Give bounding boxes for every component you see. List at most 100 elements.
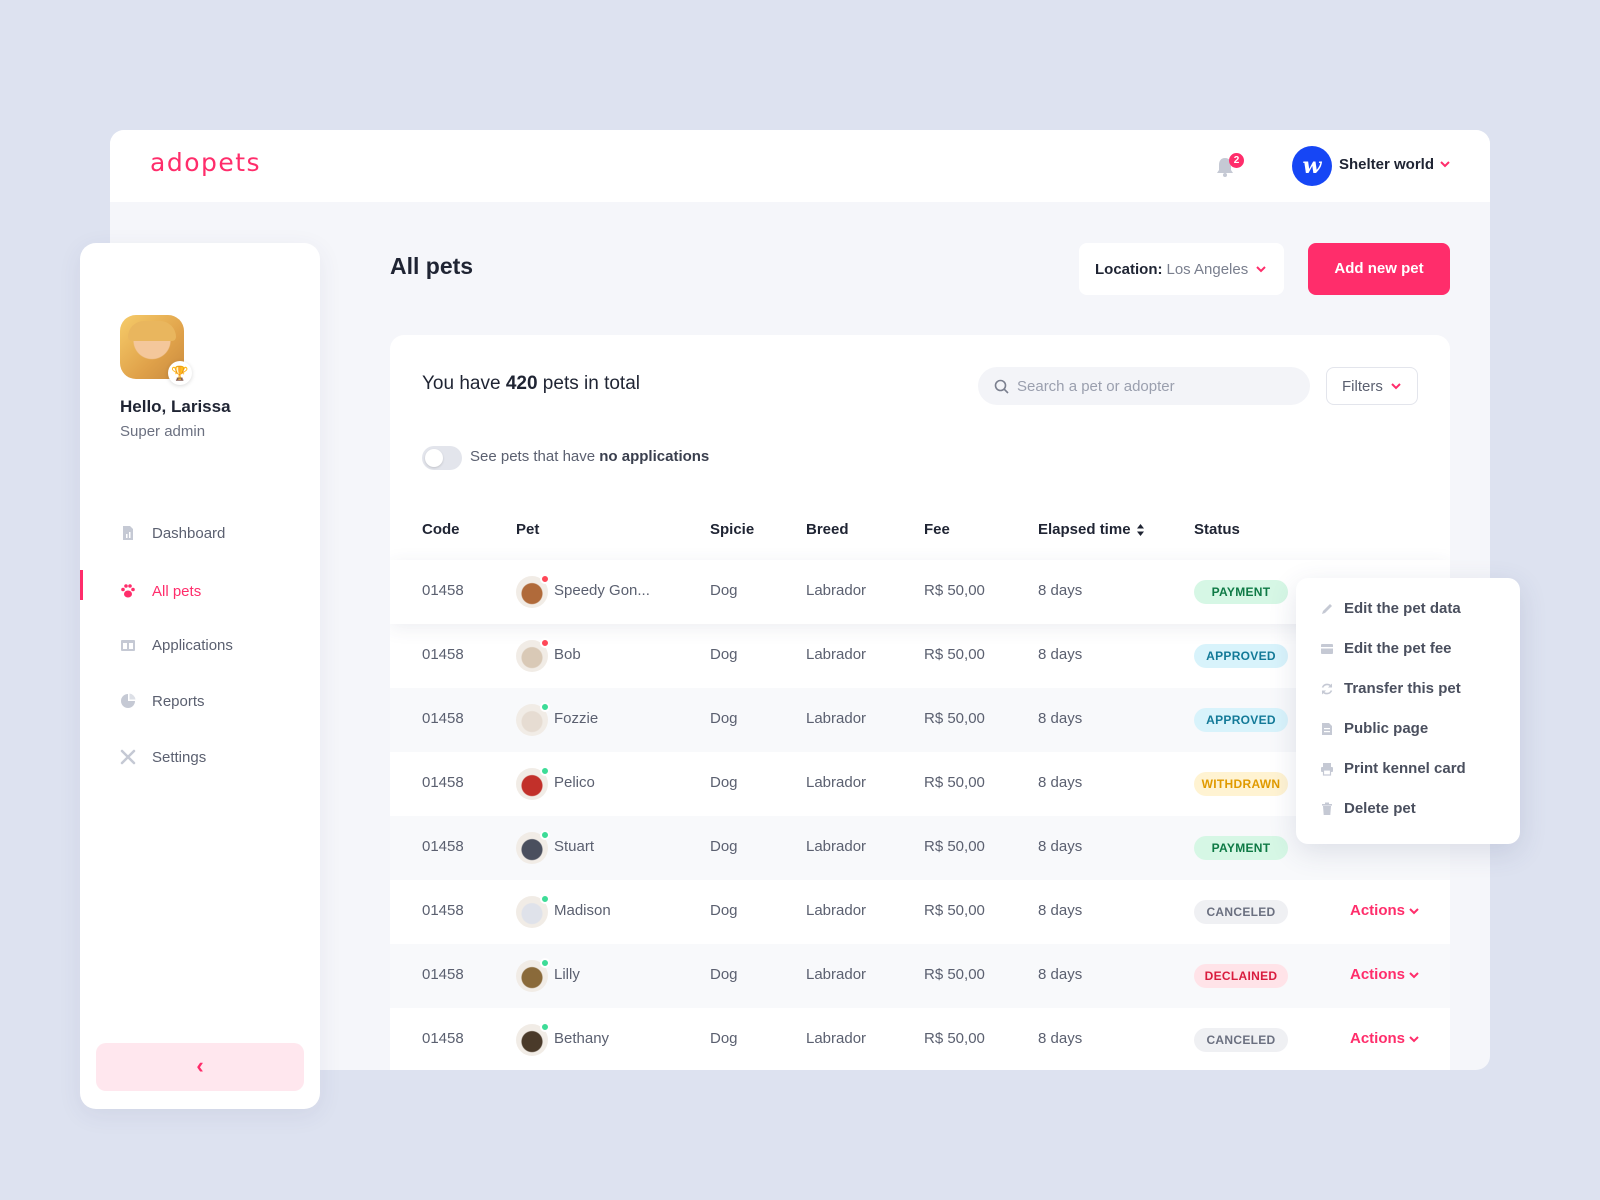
page-icon xyxy=(1322,722,1332,735)
greeting: Hello, Larissa xyxy=(120,397,231,416)
header-elapsed-time[interactable]: Elapsed time xyxy=(1038,521,1145,538)
cell-pet-name[interactable]: Bob xyxy=(554,646,581,663)
menu-item-edit-pet-fee[interactable]: Edit the pet fee xyxy=(1320,640,1452,657)
sidebar-item-label: All pets xyxy=(152,582,202,600)
menu-item-edit-pet-data[interactable]: Edit the pet data xyxy=(1320,600,1461,617)
menu-item-transfer-pet[interactable]: Transfer this pet xyxy=(1320,680,1461,697)
card-icon xyxy=(1321,643,1333,654)
location-select[interactable]: Location: Los Angeles xyxy=(1079,243,1284,295)
menu-item-label: Edit the pet fee xyxy=(1344,640,1452,657)
filters-button[interactable]: Filters xyxy=(1326,367,1418,405)
table-row[interactable]: 01458 Lilly Dog Labrador R$ 50,00 8 days DECLA… xyxy=(390,944,1450,1008)
table-row[interactable]: 01458 Speedy Gon... Dog Labrador R$ 50,00 8 d… xyxy=(390,560,1450,624)
cell-spicie: Dog xyxy=(710,902,738,919)
status-badge: CANCELED xyxy=(1194,900,1288,924)
cell-breed: Labrador xyxy=(806,774,867,791)
actions-dropdown[interactable]: Actions xyxy=(1350,966,1419,983)
cell-spicie: Dog xyxy=(710,774,738,791)
paw-icon xyxy=(121,584,135,598)
pencil-icon xyxy=(1322,603,1332,614)
search-input[interactable]: Search a pet or adopter xyxy=(978,367,1310,405)
no-applications-toggle[interactable] xyxy=(422,446,462,470)
status-badge: PAYMENT xyxy=(1194,836,1288,860)
actions-label: Actions xyxy=(1350,902,1406,919)
cell-pet-name[interactable]: Lilly xyxy=(554,966,580,983)
app-logo[interactable]: adopets xyxy=(150,148,261,177)
header-status[interactable]: Status xyxy=(1194,521,1240,538)
location-value: Los Angeles xyxy=(1166,260,1249,278)
menu-item-label: Edit the pet data xyxy=(1344,600,1461,617)
user-role: Super admin xyxy=(120,423,206,440)
sidebar-item-dashboard[interactable]: Dashboard xyxy=(80,515,320,551)
cell-elapsed-time: 8 days xyxy=(1038,774,1083,791)
sidebar-item-reports[interactable]: Reports xyxy=(80,683,320,719)
status-badge: PAYMENT xyxy=(1194,580,1288,604)
cell-code: 01458 xyxy=(422,902,464,919)
table-row[interactable]: 01458 Madison Dog Labrador R$ 50,00 8 days CAN… xyxy=(390,880,1450,944)
document-chart-icon xyxy=(123,526,133,540)
pet-status-dot xyxy=(540,766,550,776)
table-row[interactable]: 01458 Fozzie Dog Labrador R$ 50,00 8 days APPR… xyxy=(390,688,1450,752)
table-row[interactable]: 01458 Bethany Dog Labrador R$ 50,00 8 days CAN… xyxy=(390,1008,1450,1070)
pets-card: You have 420 pets in total Search a pet … xyxy=(390,335,1450,1070)
location-label: Location: xyxy=(1095,260,1163,278)
cell-breed: Labrador xyxy=(806,646,867,663)
menu-item-label: Print kennel card xyxy=(1344,760,1466,777)
menu-item-print-kennel-card[interactable]: Print kennel card xyxy=(1320,760,1466,777)
total-prefix: You have xyxy=(422,373,506,394)
cell-code: 01458 xyxy=(422,646,464,663)
pet-status-dot xyxy=(540,830,550,840)
table-row[interactable]: 01458 Stuart Dog Labrador R$ 50,00 8 days PAYM… xyxy=(390,816,1450,880)
add-new-pet-button[interactable]: Add new pet xyxy=(1308,243,1450,295)
cell-pet-name[interactable]: Fozzie xyxy=(554,710,598,727)
sidebar: 🏆 Hello, Larissa Super admin Dashboard A… xyxy=(80,243,320,1109)
pet-status-dot xyxy=(540,894,550,904)
cell-spicie: Dog xyxy=(710,1030,738,1047)
filters-label: Filters xyxy=(1342,377,1383,395)
cell-pet-name[interactable]: Madison xyxy=(554,902,611,919)
pet-status-dot xyxy=(540,638,550,648)
cell-breed: Labrador xyxy=(806,902,867,919)
chevron-down-icon xyxy=(1391,383,1401,390)
chevron-down-icon xyxy=(1256,266,1266,273)
cell-code: 01458 xyxy=(422,710,464,727)
org-avatar[interactable]: w xyxy=(1292,146,1332,186)
menu-item-delete-pet[interactable]: Delete pet xyxy=(1320,800,1416,817)
cell-fee: R$ 50,00 xyxy=(924,1030,985,1047)
cell-breed: Labrador xyxy=(806,966,867,983)
status-badge: CANCELED xyxy=(1194,1028,1288,1052)
cell-pet-name[interactable]: Bethany xyxy=(554,1030,609,1047)
menu-item-public-page[interactable]: Public page xyxy=(1320,720,1428,737)
status-badge: WITHDRAWN xyxy=(1194,772,1288,796)
header-pet[interactable]: Pet xyxy=(516,521,539,538)
cell-breed: Labrador xyxy=(806,1030,867,1047)
printer-icon xyxy=(1321,762,1333,776)
actions-dropdown[interactable]: Actions xyxy=(1350,902,1419,919)
cell-code: 01458 xyxy=(422,774,464,791)
header-breed[interactable]: Breed xyxy=(806,521,849,538)
pets-total: You have 420 pets in total xyxy=(422,373,640,395)
header-spicie[interactable]: Spicie xyxy=(710,521,754,538)
chevron-down-icon[interactable] xyxy=(1440,160,1450,168)
cell-pet-name[interactable]: Pelico xyxy=(554,774,595,791)
table-row[interactable]: 01458 Pelico Dog Labrador R$ 50,00 8 days WITH… xyxy=(390,752,1450,816)
cell-spicie: Dog xyxy=(710,582,738,599)
header-fee[interactable]: Fee xyxy=(924,521,950,538)
status-badge: DECLAINED xyxy=(1194,964,1288,988)
sidebar-item-settings[interactable]: Settings xyxy=(80,739,320,775)
header-code[interactable]: Code xyxy=(422,521,460,538)
actions-menu: Edit the pet data Edit the pet fee Trans… xyxy=(1296,578,1520,844)
cell-pet-name[interactable]: Speedy Gon... xyxy=(554,582,650,599)
trophy-icon: 🏆 xyxy=(168,361,192,385)
cell-spicie: Dog xyxy=(710,646,738,663)
cell-spicie: Dog xyxy=(710,710,738,727)
cell-elapsed-time: 8 days xyxy=(1038,646,1083,663)
table-row[interactable]: 01458 Bob Dog Labrador R$ 50,00 8 days APPROVE… xyxy=(390,624,1450,688)
collapse-sidebar-button[interactable]: ‹ xyxy=(96,1043,304,1091)
cell-pet-name[interactable]: Stuart xyxy=(554,838,594,855)
sidebar-item-all-pets[interactable]: All pets xyxy=(80,573,320,609)
cell-breed: Labrador xyxy=(806,582,867,599)
actions-dropdown[interactable]: Actions xyxy=(1350,1030,1419,1047)
sidebar-item-applications[interactable]: Applications xyxy=(80,627,320,663)
org-name[interactable]: Shelter world xyxy=(1339,156,1434,173)
